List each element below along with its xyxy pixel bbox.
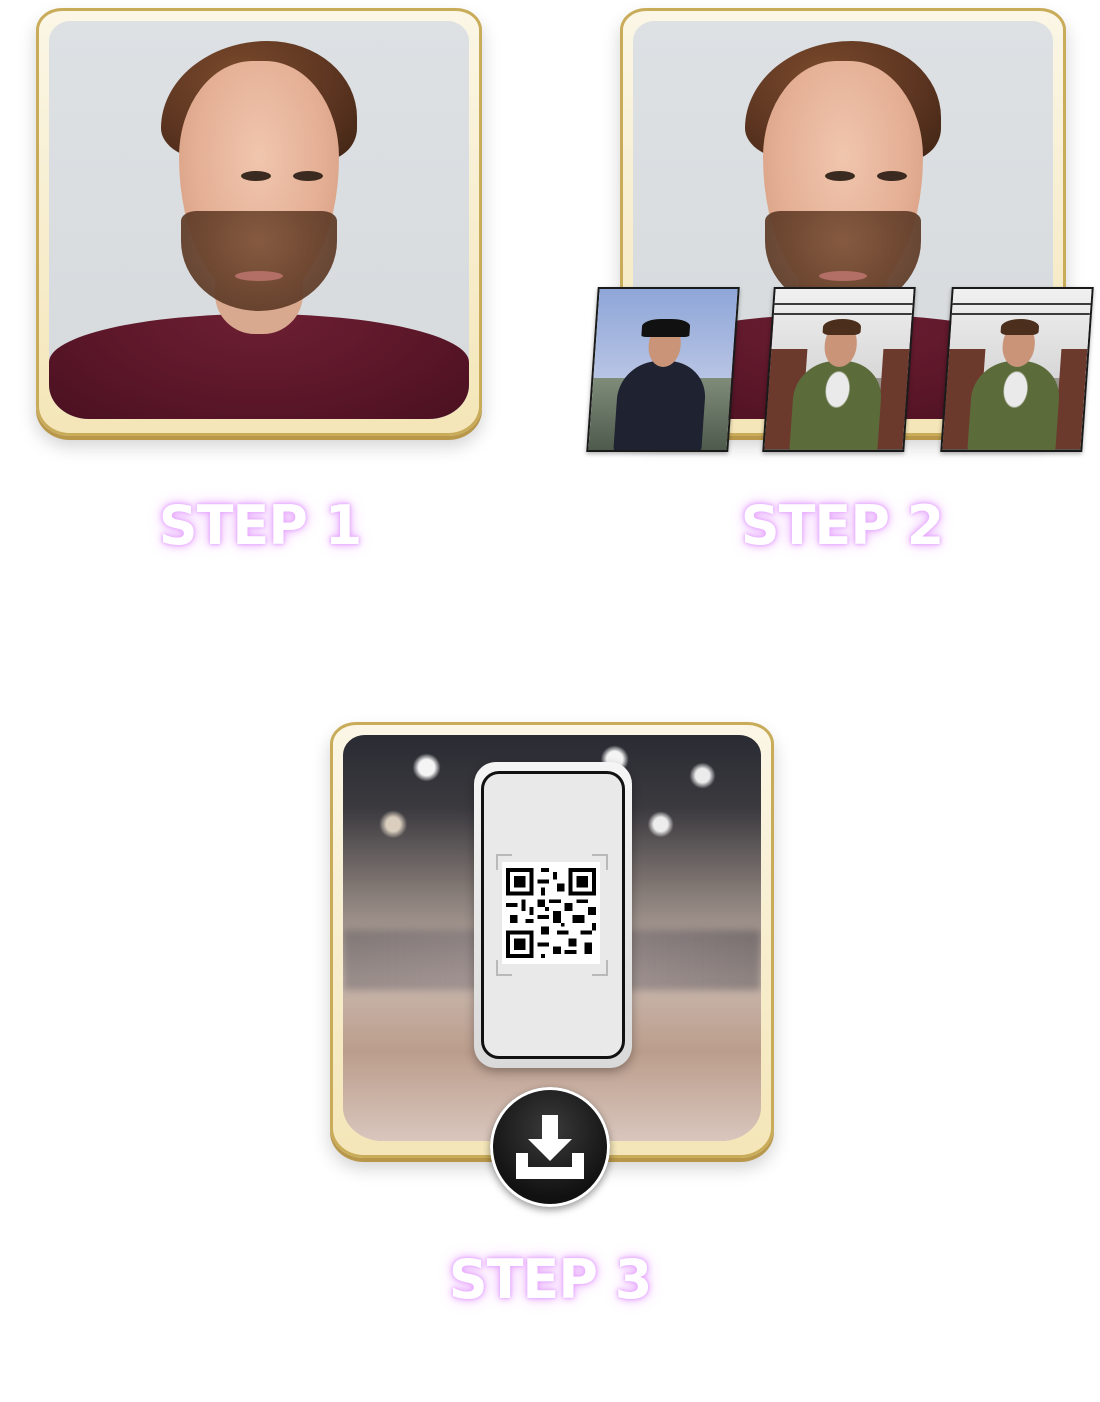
generated-image-pilot[interactable] <box>586 287 740 452</box>
step1-title: STEP 1 <box>158 494 363 557</box>
step1-portrait-photo <box>49 21 469 419</box>
generated-image-station-1[interactable] <box>762 287 916 452</box>
step1-portrait-frame <box>36 8 482 436</box>
qr-code-icon[interactable] <box>502 862 600 964</box>
step3-title: STEP 3 <box>448 1248 653 1311</box>
download-icon <box>516 1115 584 1179</box>
generated-image-station-2[interactable] <box>940 287 1094 452</box>
download-button[interactable] <box>490 1087 610 1207</box>
step2-title: STEP 2 <box>740 494 945 557</box>
